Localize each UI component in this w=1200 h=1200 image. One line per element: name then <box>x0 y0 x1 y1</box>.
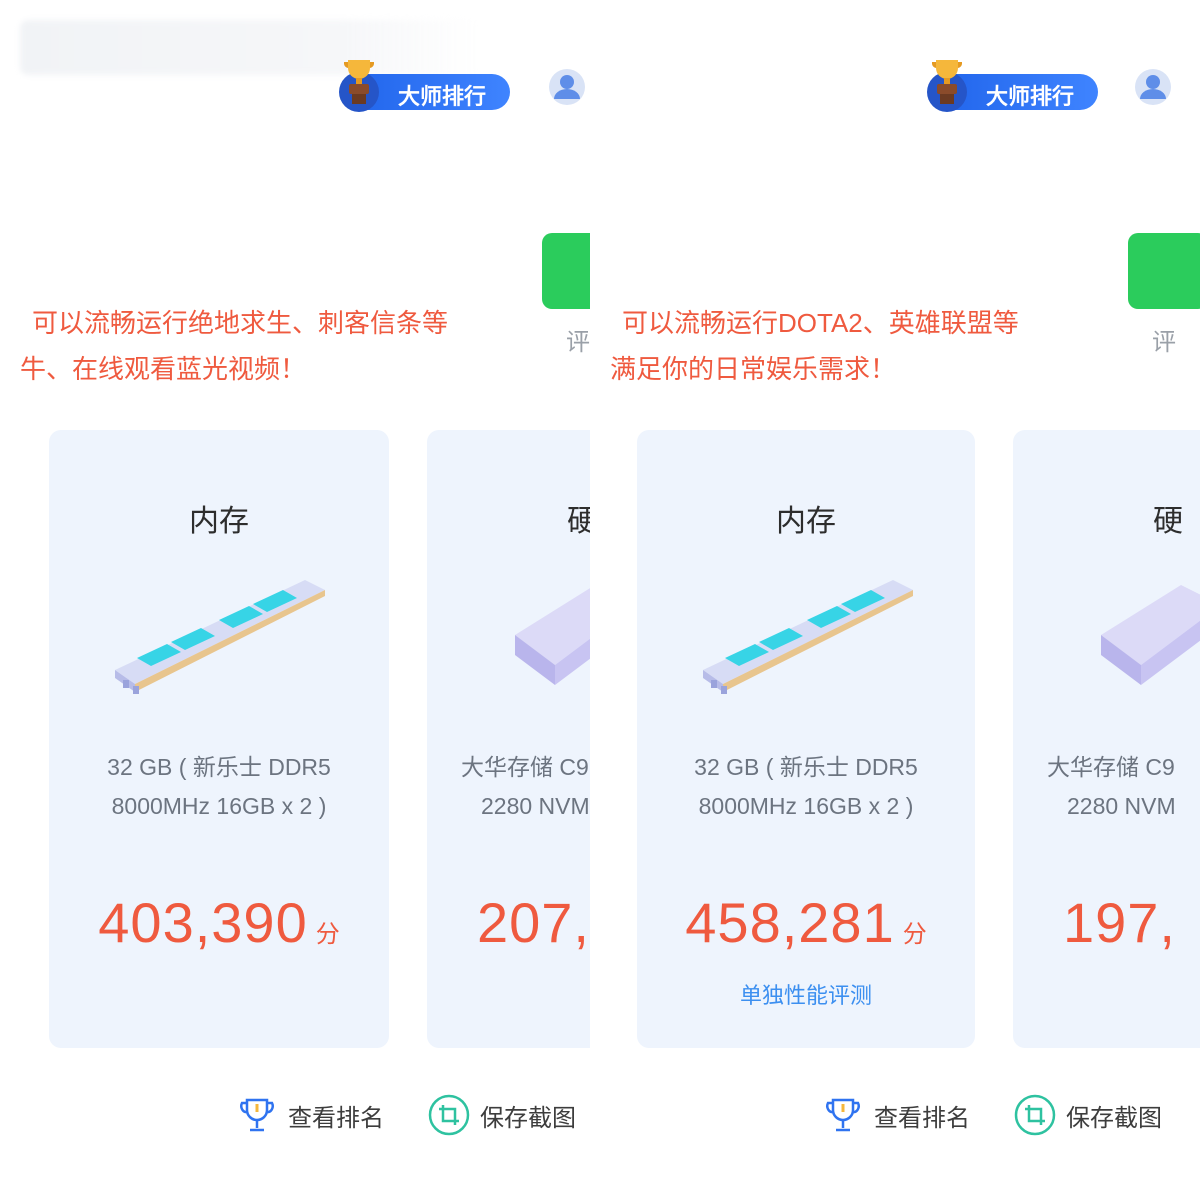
trophy-icon <box>339 60 379 112</box>
card-title: 内存 <box>776 505 836 538</box>
memory-score-card[interactable]: 内存 32 GB ( 新乐士 DDR5 8000MHz 16GB x 2 ) 4… <box>637 430 975 1048</box>
green-action-button[interactable] <box>1128 233 1200 309</box>
master-ranking-label: 大师排行 <box>398 84 487 109</box>
crop-icon <box>428 1094 470 1136</box>
save-screenshot-button[interactable]: 保存截图 <box>428 1094 576 1136</box>
disk-score: 197, <box>1063 890 1176 955</box>
performance-description: 可以流畅运行绝地求生、刺客信条等 牛、在线观看蓝光视频！ <box>20 308 449 384</box>
view-ranking-button[interactable]: 查看排名 <box>236 1094 384 1136</box>
score-value: 403,390 <box>98 891 308 954</box>
memory-score: 458,281 分 <box>637 890 975 955</box>
user-avatar-icon[interactable] <box>548 68 586 106</box>
score-unit: 分 <box>902 921 927 948</box>
score-value: 207, <box>477 891 590 954</box>
score-value: 458,281 <box>685 891 895 954</box>
score-unit: 分 <box>315 921 340 948</box>
view-ranking-label: 查看排名 <box>874 1104 970 1132</box>
trophy-outline-icon <box>240 1098 274 1132</box>
disk-score: 207, <box>477 890 590 955</box>
memory-spec: 32 GB ( 新乐士 DDR5 8000MHz 16GB x 2 ) <box>107 754 331 819</box>
standalone-benchmark-link[interactable]: 单独性能评测 <box>637 978 975 1010</box>
memory-spec: 32 GB ( 新乐士 DDR5 8000MHz 16GB x 2 ) <box>694 754 918 819</box>
memory-score-card[interactable]: 内存 32 GB ( 新乐士 DDR5 8000MHz 16GB x 2 ) 4… <box>49 430 389 1048</box>
master-ranking-button[interactable]: 大师排行 <box>927 60 1098 112</box>
card-title: 硬 <box>567 505 590 538</box>
blurred-header <box>20 20 480 75</box>
screenshot-panel-right: 大师排行 评 可以流畅运行DOTA2、英雄联盟等 满足你的日常娱乐需求！ 内存 … <box>610 0 1200 1200</box>
disk-score-card[interactable]: 硬 大华存储 C9 2280 NVM 197, <box>1013 430 1200 1048</box>
master-ranking-button[interactable]: 大师排行 <box>339 60 510 112</box>
save-screenshot-label: 保存截图 <box>480 1104 576 1132</box>
ssd-icon <box>1101 585 1200 685</box>
side-label: 评 <box>1152 329 1176 356</box>
card-title: 内存 <box>189 505 249 538</box>
disk-score-card[interactable]: 硬 大华存储 C9 2280 NVM 207, <box>427 430 590 1048</box>
ram-module-icon <box>703 580 913 694</box>
save-screenshot-button[interactable]: 保存截图 <box>1014 1094 1162 1136</box>
disk-spec: 大华存储 C9 2280 NVM <box>461 754 590 819</box>
user-avatar-icon[interactable] <box>1134 68 1172 106</box>
performance-description: 可以流畅运行DOTA2、英雄联盟等 满足你的日常娱乐需求！ <box>610 308 1019 384</box>
ssd-icon <box>515 588 590 685</box>
crop-icon <box>1014 1094 1056 1136</box>
green-action-button[interactable] <box>542 233 590 309</box>
panel-divider <box>590 0 610 1200</box>
trophy-icon <box>927 60 967 112</box>
trophy-outline-icon <box>826 1098 860 1132</box>
disk-spec: 大华存储 C9 2280 NVM <box>1047 754 1176 819</box>
screenshot-panel-left: 大师排行 评 可以流畅运行绝地求生、刺客信条等 牛、在线观看蓝光视频！ 内存 3… <box>0 0 590 1200</box>
card-title: 硬 <box>1153 505 1183 538</box>
ram-module-icon <box>115 580 325 694</box>
side-label: 评 <box>566 329 590 356</box>
save-screenshot-label: 保存截图 <box>1066 1104 1162 1132</box>
view-ranking-label: 查看排名 <box>288 1104 384 1132</box>
view-ranking-button[interactable]: 查看排名 <box>822 1094 970 1136</box>
memory-score: 403,390 分 <box>49 890 389 955</box>
score-value: 197, <box>1063 891 1176 954</box>
master-ranking-label: 大师排行 <box>986 84 1075 109</box>
